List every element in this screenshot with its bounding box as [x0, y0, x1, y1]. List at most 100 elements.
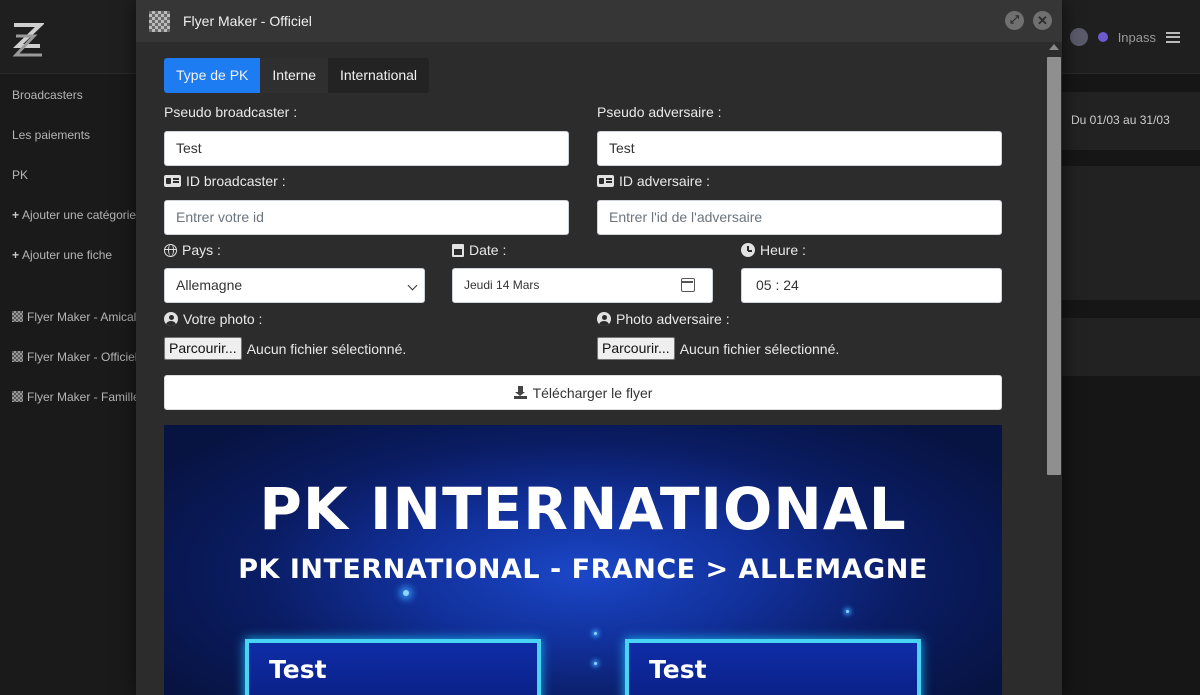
- sparkle-icon: [594, 662, 597, 665]
- user-menu[interactable]: Inpass: [1069, 28, 1180, 46]
- tab-type-de-pk[interactable]: Type de PK: [164, 58, 261, 93]
- photo-label: Votre photo :: [164, 311, 262, 327]
- checkered-flag-icon: [12, 351, 23, 362]
- modal-title: Flyer Maker - Officiel: [183, 13, 312, 29]
- scroll-thumb[interactable]: [1047, 57, 1061, 475]
- time-label: Heure :: [741, 242, 806, 258]
- date-range-text: Du 01/03 au 31/03: [1071, 113, 1170, 127]
- country-label-text: Pays :: [182, 242, 221, 258]
- user-name: Inpass: [1117, 29, 1156, 45]
- photo-label-text: Votre photo :: [183, 311, 263, 327]
- download-flyer-button[interactable]: Télécharger le flyer: [164, 375, 1002, 410]
- checkered-flag-icon: [12, 391, 23, 402]
- photo-adversary-file-input: Parcourir... Aucun fichier sélectionné.: [597, 337, 839, 360]
- id-broadcaster-input[interactable]: Entrer votre id: [164, 200, 569, 235]
- id-adversary-label-text: ID adversaire :: [619, 173, 711, 189]
- id-card-icon: [164, 175, 181, 187]
- sidebar: Broadcasters Les paiements PK + Ajouter u…: [0, 74, 136, 695]
- adversary-label-text: Pseudo adversaire :: [597, 104, 722, 120]
- sidebar-item-label: Broadcasters: [12, 88, 83, 102]
- id-broadcaster-label: ID broadcaster :: [164, 173, 286, 189]
- sidebar-item-label: Flyer Maker - Officiel: [27, 350, 136, 364]
- sidebar-item-label: Flyer Maker - Famille: [27, 390, 136, 404]
- id-adversary-input[interactable]: Entrer l'id de l'adversaire: [597, 200, 1002, 235]
- sidebar-item-flyer-amical[interactable]: Flyer Maker - Amical: [12, 310, 136, 324]
- app-logo-icon[interactable]: [12, 22, 44, 58]
- no-file-text: Aucun fichier sélectionné.: [246, 340, 407, 357]
- no-file-text: Aucun fichier sélectionné.: [679, 340, 840, 357]
- broadcaster-input[interactable]: Test: [164, 131, 569, 166]
- tab-international[interactable]: International: [328, 58, 429, 93]
- sidebar-item-broadcasters[interactable]: Broadcasters: [12, 88, 136, 102]
- sparkle-icon: [846, 610, 849, 613]
- calendar-picker-icon[interactable]: [681, 278, 695, 292]
- background-card: [1062, 318, 1200, 376]
- adversary-input[interactable]: Test: [597, 131, 1002, 166]
- broadcaster-name: Test: [269, 655, 327, 684]
- broadcaster-label-text: Pseudo broadcaster :: [164, 104, 298, 120]
- photo-adversary-label-text: Photo adversaire :: [616, 311, 730, 327]
- modal-header: Flyer Maker - Officiel ⤢ ✕: [136, 0, 1062, 42]
- sidebar-item-label: Ajouter une fiche: [22, 248, 113, 262]
- id-card-icon: [597, 175, 614, 187]
- globe-icon: [164, 243, 177, 257]
- country-select-value: Allemagne: [176, 277, 243, 293]
- expand-button[interactable]: ⤢: [1005, 11, 1024, 30]
- checkered-flag-icon: [12, 311, 23, 322]
- sparkle-icon: [403, 590, 409, 596]
- sparkle-icon: [594, 632, 597, 635]
- sidebar-item-label: Flyer Maker - Amical: [27, 310, 136, 324]
- checkered-flag-icon: [149, 10, 170, 32]
- photo-adversary-label: Photo adversaire :: [597, 311, 730, 327]
- sidebar-item-label: Les paiements: [12, 128, 91, 142]
- time-label-text: Heure :: [760, 242, 806, 258]
- calendar-icon: [452, 243, 464, 257]
- flyer-maker-modal: Flyer Maker - Officiel ⤢ ✕ Type de PK In…: [136, 0, 1062, 695]
- pk-type-tabs: Type de PK Interne International: [164, 58, 430, 93]
- user-circle-icon: [597, 312, 611, 326]
- chevron-down-icon: [407, 280, 418, 291]
- country-label: Pays :: [164, 242, 221, 258]
- flyer-subtitle: PK INTERNATIONAL - FRANCE > ALLEMAGNE: [238, 554, 928, 585]
- avatar: [1069, 28, 1088, 46]
- clock-icon: [741, 243, 755, 257]
- date-input-value: Jeudi 14 Mars: [464, 278, 540, 292]
- broadcaster-label: Pseudo broadcaster :: [164, 104, 297, 120]
- flyer-title: PK INTERNATIONAL: [259, 475, 907, 543]
- sidebar-item-paiements[interactable]: Les paiements: [12, 128, 136, 142]
- sidebar-item-pk[interactable]: PK: [12, 168, 136, 182]
- date-label-text: Date :: [469, 242, 507, 258]
- broadcaster-name-box: Test: [245, 639, 541, 695]
- scrollbar[interactable]: [1046, 42, 1062, 695]
- country-select[interactable]: Allemagne: [164, 268, 425, 303]
- tab-interne[interactable]: Interne: [260, 58, 328, 93]
- hamburger-menu-icon[interactable]: [1166, 31, 1180, 43]
- sidebar-item-add-category[interactable]: + Ajouter une catégorie: [12, 208, 136, 222]
- plus-icon: +: [12, 208, 20, 222]
- time-input[interactable]: 05 : 24: [741, 268, 1002, 303]
- sidebar-item-flyer-famille[interactable]: Flyer Maker - Famille: [12, 390, 136, 404]
- user-circle-icon: [164, 312, 178, 326]
- browse-photo-button[interactable]: Parcourir...: [164, 337, 242, 360]
- sidebar-item-add-sheet[interactable]: + Ajouter une fiche: [12, 248, 136, 262]
- close-button[interactable]: ✕: [1033, 11, 1052, 30]
- date-input[interactable]: Jeudi 14 Mars: [452, 268, 713, 303]
- status-dot-icon: [1097, 32, 1108, 42]
- date-label: Date :: [452, 242, 506, 258]
- plus-icon: +: [12, 248, 20, 262]
- id-adversary-label: ID adversaire :: [597, 173, 710, 189]
- adversary-name-box: Test: [625, 639, 921, 695]
- sidebar-item-flyer-officiel[interactable]: Flyer Maker - Officiel: [12, 350, 136, 364]
- sidebar-item-label: PK: [12, 168, 29, 182]
- flyer-preview: PK INTERNATIONAL PK INTERNATIONAL - FRAN…: [164, 425, 1002, 695]
- adversary-name: Test: [649, 655, 707, 684]
- scroll-up-arrow-icon[interactable]: [1049, 44, 1059, 50]
- download-flyer-label: Télécharger le flyer: [532, 384, 653, 401]
- adversary-label: Pseudo adversaire :: [597, 104, 722, 120]
- photo-file-input: Parcourir... Aucun fichier sélectionné.: [164, 337, 406, 360]
- download-icon: [513, 386, 527, 399]
- sidebar-item-label: Ajouter une catégorie: [22, 208, 136, 222]
- browse-photo-adversary-button[interactable]: Parcourir...: [597, 337, 675, 360]
- background-card: [1062, 166, 1200, 300]
- id-broadcaster-label-text: ID broadcaster :: [186, 173, 286, 189]
